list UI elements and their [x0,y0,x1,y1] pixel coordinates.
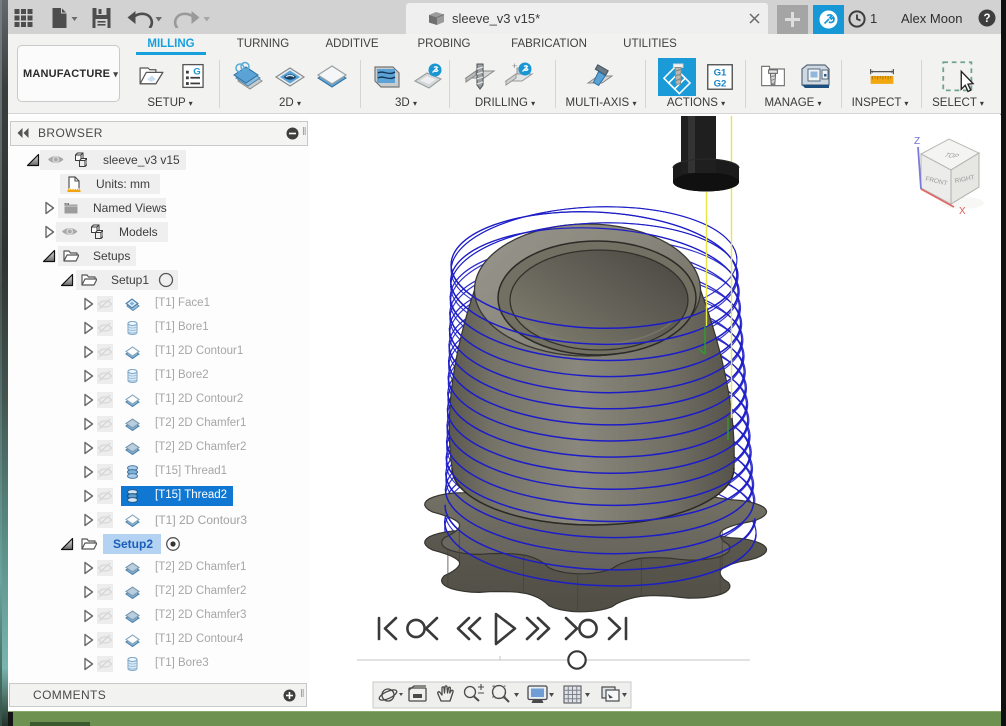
svg-text:G1: G1 [714,68,727,79]
svg-text:?: ? [983,13,990,25]
svg-text:+: + [512,61,517,71]
svg-text:G2: G2 [714,79,727,90]
svg-text:G: G [193,66,200,77]
svg-text:X: X [959,206,966,217]
svg-text:Z: Z [914,136,920,147]
